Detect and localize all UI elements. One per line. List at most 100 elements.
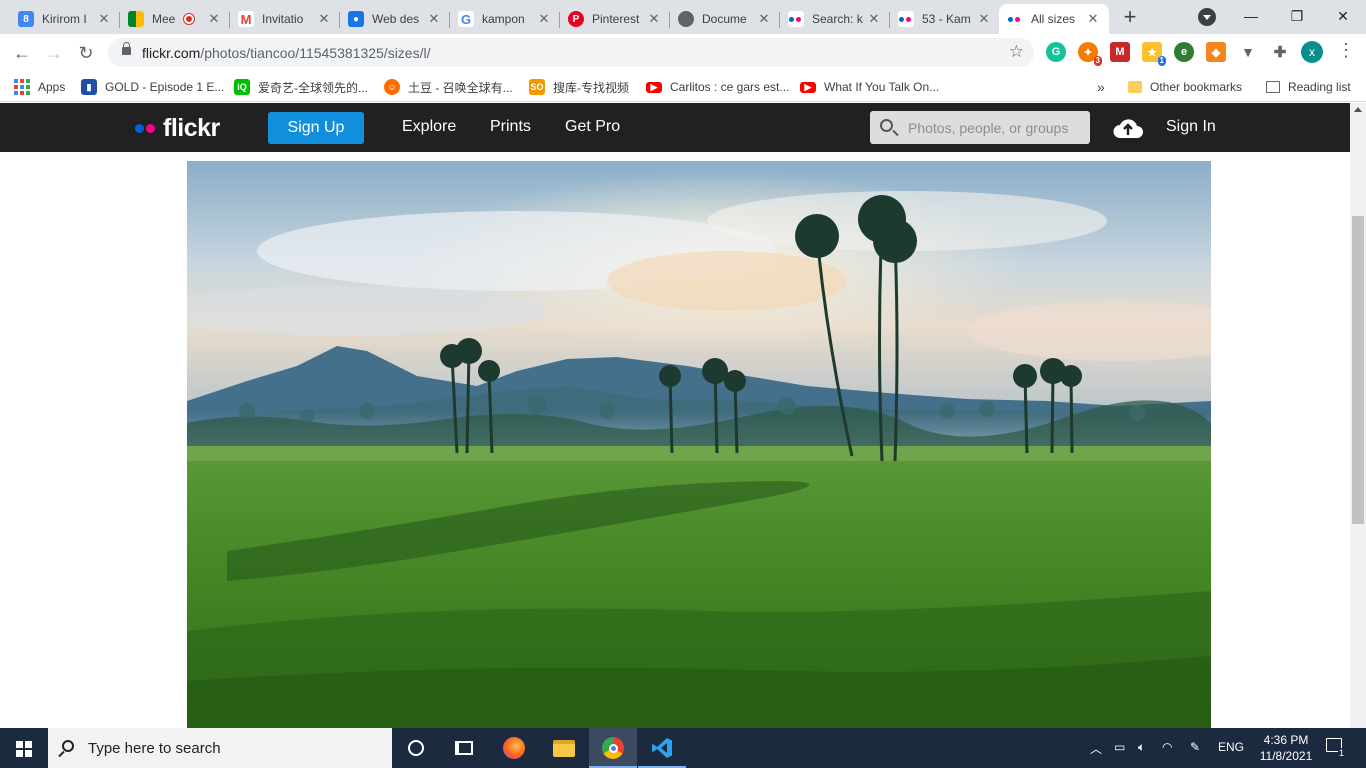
url-text: flickr.com/photos/tiancoo/11545381325/si…: [142, 45, 431, 61]
globe-icon: [678, 11, 694, 27]
tab-title: kampon: [482, 12, 525, 26]
bookmark-item[interactable]: iQ 爱奇艺-全球领先的...: [234, 77, 368, 97]
tab-search-icon[interactable]: [1198, 8, 1216, 26]
windows-start-icon[interactable]: [16, 741, 32, 757]
soku-icon: SO: [529, 79, 545, 95]
close-tab-icon[interactable]: ✕: [536, 11, 552, 27]
tab-title: Invitatio: [262, 12, 304, 26]
tab-title: Search: k: [812, 12, 863, 26]
recording-icon: [184, 14, 194, 24]
browser-tab[interactable]: Docume ✕: [670, 4, 780, 34]
browser-tab[interactable]: Search: k ✕: [780, 4, 890, 34]
extension-icon[interactable]: ★ 1: [1142, 42, 1166, 66]
nav-get-pro[interactable]: Get Pro: [565, 118, 620, 136]
chrome-icon[interactable]: [589, 728, 637, 768]
tray-chevron-up-icon[interactable]: ︿: [1090, 740, 1102, 757]
back-button[interactable]: ←: [8, 40, 36, 68]
reading-list-icon: [1266, 81, 1280, 93]
browser-tab[interactable]: 8 Kirirom I ✕: [10, 4, 120, 34]
apps-grid-icon: [14, 79, 30, 95]
forward-button[interactable]: →: [40, 40, 68, 68]
flickr-header: flickr Sign Up Explore Prints Get Pro Ph…: [0, 103, 1350, 152]
notification-count: 1: [1338, 748, 1346, 758]
profile-avatar[interactable]: x: [1301, 41, 1323, 63]
taskbar-search-input[interactable]: Type here to search: [48, 728, 392, 768]
bookmark-item[interactable]: ▮ GOLD - Episode 1 E...: [81, 77, 224, 97]
browser-tab-active[interactable]: All sizes ✕: [999, 4, 1109, 34]
browser-tab[interactable]: G kampon ✕: [450, 4, 560, 34]
tab-title: Kirirom I: [42, 12, 87, 26]
flickr-logo[interactable]: flickr: [135, 114, 220, 143]
close-tab-icon[interactable]: ✕: [316, 11, 332, 27]
reading-list[interactable]: Reading list: [1266, 77, 1351, 97]
battery-icon[interactable]: ▭: [1114, 740, 1125, 754]
grammarly-icon[interactable]: G: [1046, 42, 1066, 62]
bookmark-apps[interactable]: Apps: [14, 77, 65, 97]
tab-title: Pinterest: [592, 12, 640, 26]
browser-tab[interactable]: Mee ✕: [120, 4, 230, 34]
browser-tab[interactable]: 53 - Kam ✕: [890, 4, 1000, 34]
flickr-search-input[interactable]: Photos, people, or groups: [870, 111, 1090, 144]
wifi-icon[interactable]: ◠: [1162, 740, 1172, 754]
close-tab-icon[interactable]: ✕: [96, 11, 112, 27]
tab-title: Mee: [152, 12, 176, 26]
tudou-icon: ☺: [384, 79, 400, 95]
tab-strip: 8 Kirirom I ✕ Mee ✕ M Invitatio ✕ ● Web …: [0, 0, 1366, 34]
extension-icon[interactable]: ▼: [1238, 42, 1258, 62]
vscode-icon[interactable]: [638, 728, 686, 768]
bookmark-item[interactable]: SO 搜库-专找视频: [529, 77, 629, 97]
youtube-icon: ▶: [646, 81, 662, 93]
browser-tab[interactable]: ● Web des ✕: [340, 4, 450, 34]
file-explorer-icon[interactable]: [540, 728, 588, 768]
other-bookmarks[interactable]: Other bookmarks: [1128, 77, 1242, 97]
scrollbar-thumb[interactable]: [1352, 216, 1364, 524]
sign-in-link[interactable]: Sign In: [1166, 118, 1216, 136]
evernote-icon[interactable]: e: [1174, 42, 1194, 62]
close-tab-icon[interactable]: ✕: [866, 11, 882, 27]
google-meet-icon: [128, 11, 144, 27]
close-window-button[interactable]: ✕: [1320, 2, 1366, 30]
new-tab-button[interactable]: +: [1118, 6, 1142, 30]
extension-icon[interactable]: ✦ 3: [1078, 42, 1102, 66]
nav-explore[interactable]: Explore: [402, 118, 456, 136]
pen-icon[interactable]: ✎: [1190, 740, 1200, 754]
task-view-icon[interactable]: [440, 728, 488, 768]
bookmark-star-icon[interactable]: ☆: [1009, 42, 1024, 62]
extensions-puzzle-icon[interactable]: ✚: [1270, 42, 1290, 62]
cortana-icon[interactable]: [392, 728, 440, 768]
minimize-button[interactable]: —: [1228, 2, 1274, 30]
bookmark-item[interactable]: ☺ 土豆 - 召唤全球有...: [384, 77, 513, 97]
extension-icon[interactable]: M: [1110, 42, 1130, 62]
bookmark-item[interactable]: ▶ What If You Talk On...: [800, 77, 939, 97]
close-tab-icon[interactable]: ✕: [976, 11, 992, 27]
flickr-icon: [898, 11, 914, 27]
bookmark-gold-icon: ▮: [81, 79, 97, 95]
upload-cloud-icon[interactable]: [1112, 116, 1144, 140]
close-tab-icon[interactable]: ✕: [756, 11, 772, 27]
close-tab-icon[interactable]: ✕: [646, 11, 662, 27]
address-bar[interactable]: flickr.com/photos/tiancoo/11545381325/si…: [108, 38, 1034, 67]
close-tab-icon[interactable]: ✕: [426, 11, 442, 27]
firefox-icon[interactable]: [490, 728, 538, 768]
google-sites-icon: 8: [18, 11, 34, 27]
language-indicator[interactable]: ENG: [1218, 740, 1244, 754]
bookmarks-overflow-button[interactable]: »: [1097, 77, 1105, 97]
close-tab-icon[interactable]: ✕: [1085, 11, 1101, 27]
google-contacts-icon: ●: [348, 11, 364, 27]
bookmark-item[interactable]: ▶ Carlitos : ce gars est...: [646, 77, 789, 97]
restore-button[interactable]: ❐: [1274, 2, 1320, 30]
volume-icon[interactable]: 🔈︎: [1138, 740, 1145, 755]
menu-kebab-icon[interactable]: ⋮: [1337, 40, 1355, 61]
taskbar-clock[interactable]: 4:36 PM 11/8/2021: [1256, 732, 1316, 764]
metamask-icon[interactable]: ◆: [1206, 42, 1226, 62]
page-scrollbar[interactable]: [1350, 103, 1366, 728]
reload-button[interactable]: ↻: [72, 40, 100, 68]
browser-tab[interactable]: P Pinterest ✕: [560, 4, 670, 34]
search-icon: [62, 740, 74, 752]
nav-prints[interactable]: Prints: [490, 118, 531, 136]
scroll-up-arrow-icon[interactable]: [1354, 107, 1362, 112]
pinterest-icon: P: [568, 11, 584, 27]
browser-tab[interactable]: M Invitatio ✕: [230, 4, 340, 34]
sign-up-button[interactable]: Sign Up: [268, 112, 364, 144]
close-tab-icon[interactable]: ✕: [206, 11, 222, 27]
